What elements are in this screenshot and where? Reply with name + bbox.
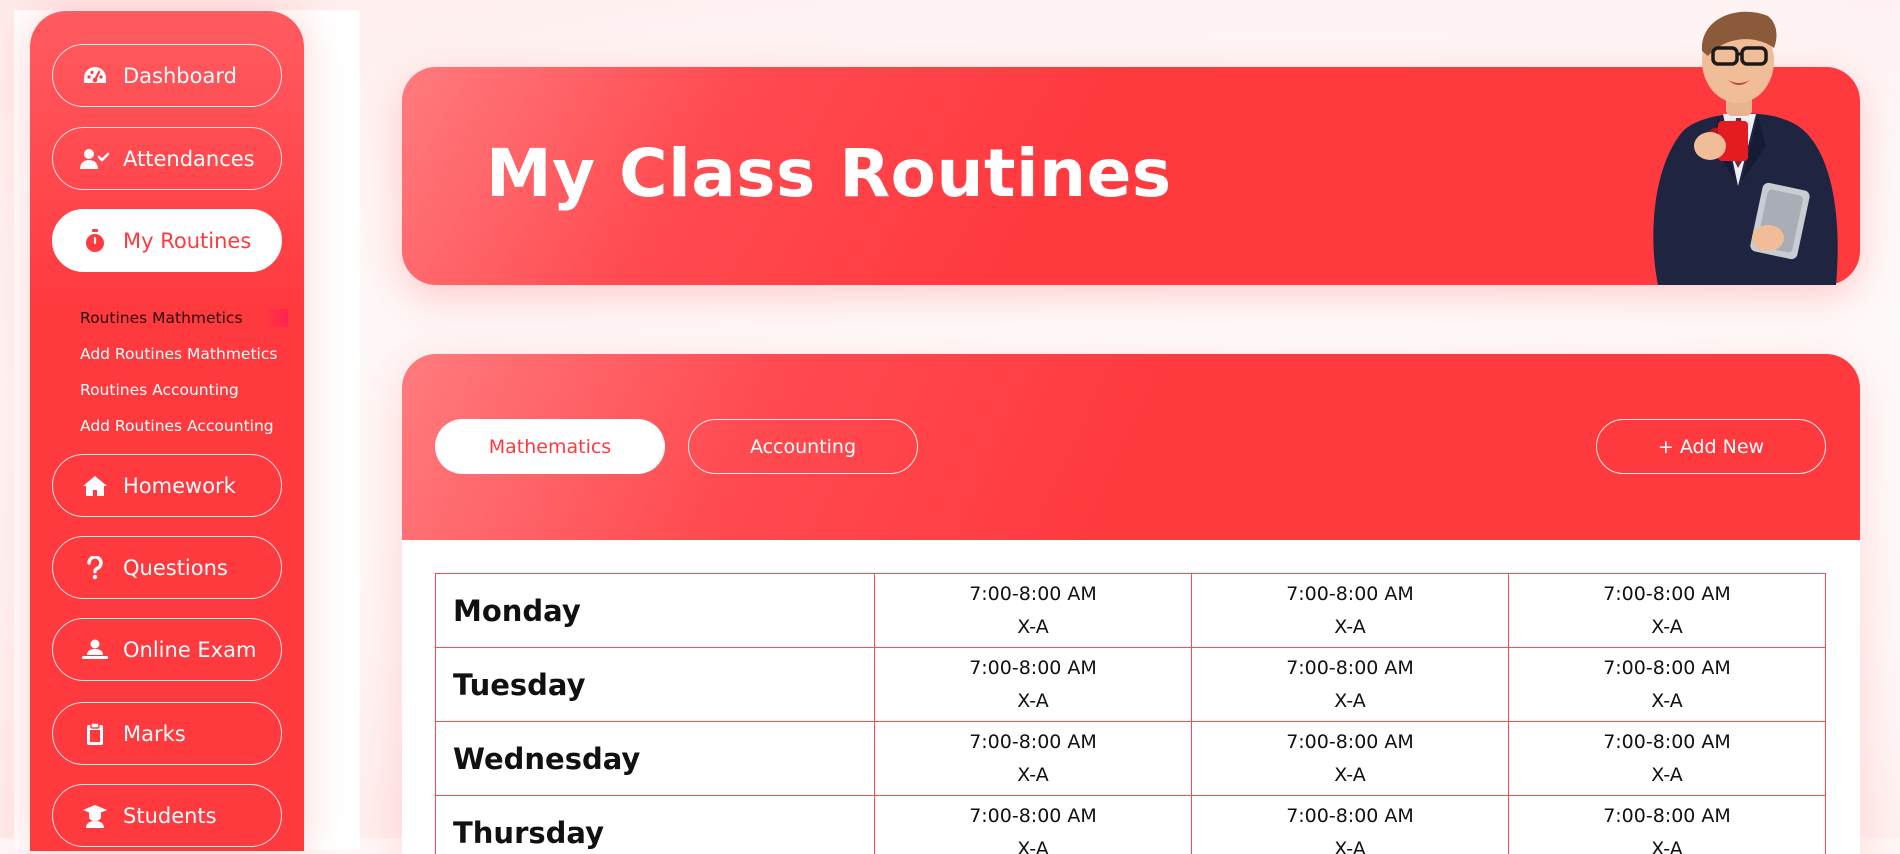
day-cell: Monday xyxy=(436,574,875,648)
question-icon xyxy=(79,556,111,580)
sidebar-item-label: Attendances xyxy=(123,147,255,171)
sidebar-item-questions[interactable]: Questions xyxy=(52,536,282,599)
slot-cell: 7:00-8:00 AMX-A xyxy=(1192,648,1509,722)
slot-cell: 7:00-8:00 AMX-A xyxy=(1192,796,1509,854)
businessman-illustration xyxy=(1628,6,1848,285)
graduate-icon xyxy=(79,804,111,828)
sidebar-item-online-exam[interactable]: Online Exam xyxy=(52,618,282,681)
sidebar-item-label: Dashboard xyxy=(123,64,237,88)
sidebar-item-label: Homework xyxy=(123,474,236,498)
slot-cell: 7:00-8:00 AMX-A xyxy=(1509,648,1826,722)
submenu-add-routines-accounting[interactable]: Add Routines Accounting xyxy=(80,408,288,444)
sidebar-item-dashboard[interactable]: Dashboard xyxy=(52,44,282,107)
gauge-icon xyxy=(79,65,111,87)
sidebar-item-label: Marks xyxy=(123,722,186,746)
sidebar-item-my-routines[interactable]: My Routines xyxy=(52,209,282,272)
slot-cell: 7:00-8:00 AMX-A xyxy=(875,648,1192,722)
tab-accounting[interactable]: Accounting xyxy=(688,419,918,474)
sidebar-item-label: Questions xyxy=(123,556,228,580)
sidebar-item-homework[interactable]: Homework xyxy=(52,454,282,517)
home-icon xyxy=(79,475,111,497)
laptop-user-icon xyxy=(79,639,111,661)
submenu-routines-accounting[interactable]: Routines Accounting xyxy=(80,372,288,408)
slot-cell: 7:00-8:00 AMX-A xyxy=(875,574,1192,648)
submenu-routines-mathmetics[interactable]: Routines Mathmetics xyxy=(80,300,288,336)
clipboard-icon xyxy=(79,722,111,746)
day-cell: Thursday xyxy=(436,796,875,854)
submenu-add-routines-mathmetics[interactable]: Add Routines Mathmetics xyxy=(80,336,288,372)
slot-cell: 7:00-8:00 AMX-A xyxy=(1192,574,1509,648)
sidebar-item-attendances[interactable]: Attendances xyxy=(52,127,282,190)
sidebar-item-label: My Routines xyxy=(123,229,251,253)
routine-panel: Mathematics Accounting + Add New Monday … xyxy=(402,354,1860,854)
sidebar-item-label: Online Exam xyxy=(123,638,256,662)
day-cell: Wednesday xyxy=(436,722,875,796)
sidebar-item-marks[interactable]: Marks xyxy=(52,702,282,765)
routines-submenu: Routines Mathmetics Add Routines Mathmet… xyxy=(80,300,288,444)
user-check-icon xyxy=(79,148,111,170)
stopwatch-icon xyxy=(79,229,111,253)
slot-cell: 7:00-8:00 AMX-A xyxy=(875,796,1192,854)
slot-cell: 7:00-8:00 AMX-A xyxy=(1192,722,1509,796)
add-new-button[interactable]: + Add New xyxy=(1596,419,1826,474)
table-row: Monday 7:00-8:00 AMX-A 7:00-8:00 AMX-A 7… xyxy=(436,574,1826,648)
table-row: Tuesday 7:00-8:00 AMX-A 7:00-8:00 AMX-A … xyxy=(436,648,1826,722)
page-title: My Class Routines xyxy=(486,135,1172,212)
slot-cell: 7:00-8:00 AMX-A xyxy=(875,722,1192,796)
table-row: Thursday 7:00-8:00 AMX-A 7:00-8:00 AMX-A… xyxy=(436,796,1826,854)
table-row: Wednesday 7:00-8:00 AMX-A 7:00-8:00 AMX-… xyxy=(436,722,1826,796)
routine-table: Monday 7:00-8:00 AMX-A 7:00-8:00 AMX-A 7… xyxy=(435,573,1826,854)
slot-cell: 7:00-8:00 AMX-A xyxy=(1509,722,1826,796)
routine-panel-header: Mathematics Accounting + Add New xyxy=(402,354,1860,540)
slot-cell: 7:00-8:00 AMX-A xyxy=(1509,796,1826,854)
tab-mathematics[interactable]: Mathematics xyxy=(435,419,665,474)
slot-cell: 7:00-8:00 AMX-A xyxy=(1509,574,1826,648)
day-cell: Tuesday xyxy=(436,648,875,722)
sidebar-item-label: Students xyxy=(123,804,217,828)
